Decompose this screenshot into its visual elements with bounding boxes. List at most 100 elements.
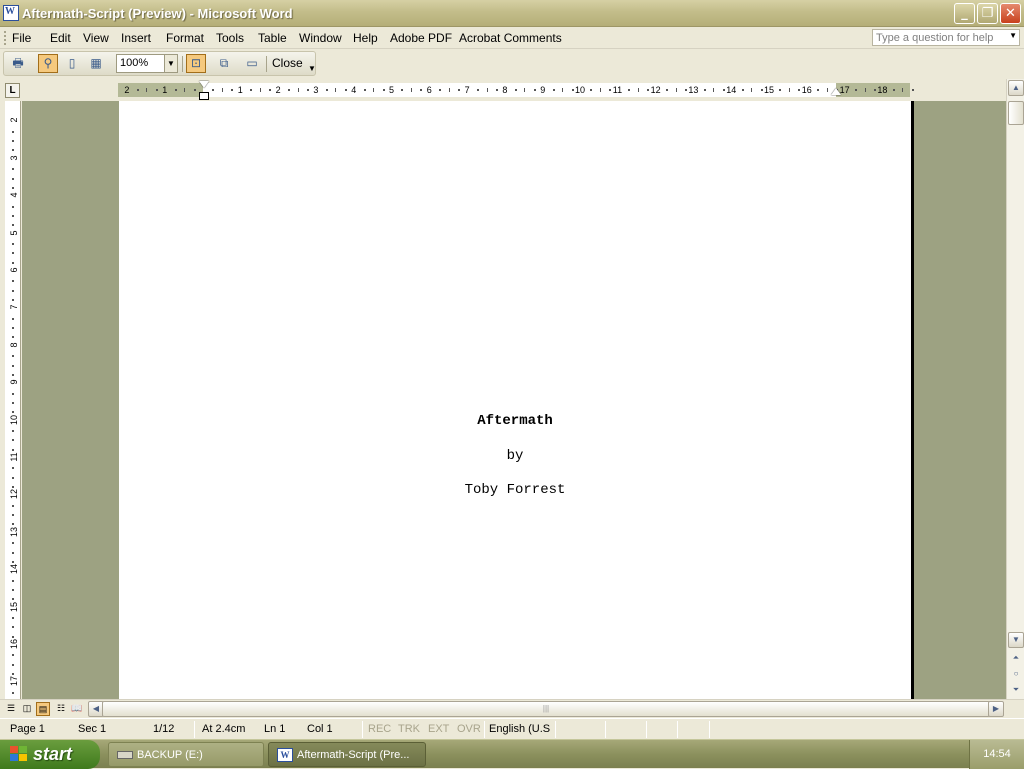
scroll-right-button[interactable]: ▶ (988, 701, 1004, 717)
outline-view-button[interactable]: ☷ (54, 702, 68, 716)
menu-grip[interactable] (4, 31, 7, 45)
taskbar-item-word[interactable]: W Aftermath-Script (Pre... (268, 742, 426, 767)
word-icon: W (277, 748, 293, 762)
start-button[interactable]: start (0, 740, 100, 769)
word-icon[interactable]: W (3, 5, 19, 21)
status-ovr[interactable]: OVR (457, 723, 481, 735)
minimize-button[interactable]: _ (954, 3, 975, 24)
menu-help[interactable]: Help (353, 31, 378, 45)
vertical-scrollbar[interactable]: ▲ ▼ ⏶ ○ ⏷ (1006, 79, 1024, 699)
print-icon: 🖶 (12, 56, 24, 70)
ruler-tick (448, 88, 450, 92)
ruler-number: 10 (575, 85, 586, 95)
outline-view-icon: ☷ (56, 703, 66, 713)
menu-insert[interactable]: Insert (121, 31, 151, 45)
first-line-indent-marker[interactable] (199, 81, 209, 88)
ruler-dot (12, 336, 14, 339)
view-ruler-button[interactable]: ⊡ (186, 54, 206, 73)
menu-edit[interactable]: Edit (50, 31, 71, 45)
ruler-tick (675, 88, 677, 92)
menu-window[interactable]: Window (299, 31, 342, 45)
menu-file[interactable]: File (12, 31, 31, 45)
status-ext[interactable]: EXT (428, 723, 449, 735)
full-screen-icon: ▭ (246, 56, 258, 70)
vertical-scroll-thumb[interactable] (1008, 101, 1024, 125)
ruler-dot (760, 89, 763, 91)
zoom-select[interactable]: 100% ▼ (116, 54, 178, 73)
menu-view[interactable]: View (83, 31, 109, 45)
document-page[interactable]: Aftermath by Toby Forrest (119, 101, 914, 699)
ruler-number: 15 (764, 85, 775, 95)
shrink-to-fit-button[interactable]: ⧉ (214, 54, 234, 73)
close-preview-button[interactable]: Close (272, 56, 303, 70)
ruler-dot (12, 130, 14, 133)
ruler-number: 14 (9, 564, 19, 575)
reading-layout-button[interactable]: 📖 (70, 702, 84, 716)
clock[interactable]: 14:54 (983, 748, 1011, 760)
menu-tools[interactable]: Tools (216, 31, 244, 45)
view-ruler-icon: ⊡ (190, 56, 202, 70)
taskbar: start BACKUP (E:) W Aftermath-Script (Pr… (0, 739, 1024, 769)
close-window-button[interactable]: ✕ (1000, 3, 1021, 24)
ruler-dot (174, 89, 177, 91)
multiple-pages-button[interactable]: ▦ (86, 54, 106, 73)
reading-layout-icon: 📖 (71, 703, 83, 713)
ruler-tick (902, 88, 904, 92)
previous-page-button[interactable]: ⏶ (1008, 651, 1024, 667)
full-screen-button[interactable]: ▭ (242, 54, 262, 73)
ruler-tick (524, 88, 526, 92)
ruler-number: 8 (502, 85, 508, 95)
print-button[interactable]: 🖶 (8, 54, 28, 73)
ruler-dot (477, 89, 480, 91)
ruler-tick (713, 88, 715, 92)
tab-selector[interactable]: L (5, 83, 20, 98)
shrink-to-fit-icon: ⧉ (219, 56, 229, 70)
web-layout-button[interactable]: ◫ (20, 702, 34, 716)
ruler-dot (12, 673, 14, 676)
scroll-up-button[interactable]: ▲ (1008, 80, 1024, 96)
left-indent-marker[interactable] (199, 92, 209, 100)
menu-format[interactable]: Format (166, 31, 204, 45)
ruler-dot (647, 89, 650, 91)
drive-icon (117, 751, 133, 759)
chevron-down-icon[interactable]: ▼ (164, 55, 177, 72)
ruler-tick (486, 88, 488, 92)
status-position: At 2.4cm (202, 723, 246, 735)
menu-adobe-pdf[interactable]: Adobe PDF (390, 31, 452, 45)
chevron-down-icon[interactable]: ▼ (1009, 31, 1017, 40)
taskbar-item-label: BACKUP (E:) (137, 749, 203, 761)
ruler-tick (297, 88, 299, 92)
magnifier-icon: ⚲ (43, 56, 53, 70)
toolbar-options-icon[interactable]: ▼ (308, 64, 316, 73)
ruler-tick (373, 88, 375, 92)
select-browse-object-button[interactable]: ○ (1008, 667, 1024, 683)
normal-view-button[interactable]: ☰ (4, 702, 18, 716)
taskbar-item-backup[interactable]: BACKUP (E:) (108, 742, 264, 767)
horizontal-ruler[interactable]: 2 1 1 2 3 4 5 6 7 8 9 10 11 12 13 14 15 16 17 18 (118, 83, 914, 97)
status-separator (362, 721, 363, 738)
restore-button[interactable]: ❐ (977, 3, 998, 24)
next-page-button[interactable]: ⏷ (1008, 683, 1024, 699)
vertical-ruler[interactable]: 2 3 4 5 6 7 8 9 10 11 12 13 14 15 16 17 (5, 101, 21, 699)
window-title: Aftermath-Script (Preview) - Microsoft W… (22, 6, 293, 21)
ask-question-box[interactable]: Type a question for help ▼ (872, 29, 1020, 46)
menu-acrobat-comments[interactable]: Acrobat Comments (459, 31, 562, 45)
magnifier-button[interactable]: ⚲ (38, 54, 58, 73)
one-page-button[interactable]: ▯ (62, 54, 82, 73)
menu-table[interactable]: Table (258, 31, 287, 45)
ruler-dot (231, 89, 234, 91)
horizontal-scroll-thumb[interactable]: ||| (102, 701, 990, 717)
ruler-dot (12, 626, 14, 629)
ruler-dot (12, 149, 14, 152)
status-rec[interactable]: REC (368, 723, 391, 735)
ruler-number: 16 (9, 638, 19, 649)
scroll-down-button[interactable]: ▼ (1008, 632, 1024, 648)
right-indent-marker[interactable] (831, 88, 841, 95)
status-language[interactable]: English (U.S (489, 723, 550, 735)
print-layout-button[interactable]: ▤ (36, 702, 50, 716)
status-trk[interactable]: TRK (398, 723, 420, 735)
ruler-tick (637, 88, 639, 92)
ruler-row: L 2 1 1 2 3 4 5 6 7 8 9 10 11 12 13 14 15 16 17 18 (0, 79, 1006, 101)
ruler-dot (12, 654, 14, 657)
horizontal-scrollbar[interactable]: ◀ ||| ▶ (88, 701, 1004, 717)
